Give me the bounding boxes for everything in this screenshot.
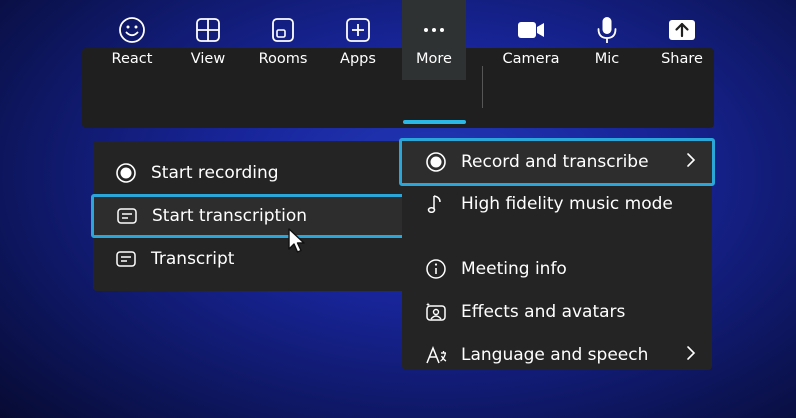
chevron-right-icon [686,345,696,365]
camera-label: Camera [502,51,560,67]
transcript-icon [116,205,138,227]
language-and-speech-label: Language and speech [461,345,649,365]
react-button[interactable]: React [95,0,169,80]
start-recording-label: Start recording [151,163,279,183]
more-label: More [416,51,452,67]
record-icon [425,151,447,173]
mic-label: Mic [594,51,620,67]
record-and-transcribe-label: Record and transcribe [461,152,649,172]
record-icon [115,162,137,184]
language-and-speech-item[interactable]: Language and speech [402,334,712,376]
start-transcription-label: Start transcription [152,206,308,226]
share-icon [667,15,697,45]
react-label: React [111,51,153,67]
effects-and-avatars-label: Effects and avatars [461,302,626,322]
transcript-icon [115,248,137,270]
rooms-icon [268,15,298,45]
ellipsis-icon [419,15,449,45]
info-icon [425,258,447,280]
camera-icon [516,15,546,45]
rooms-button[interactable]: Rooms [246,0,320,80]
transcript-label: Transcript [151,249,235,269]
smile-icon [117,15,147,45]
active-tab-indicator [403,120,466,124]
start-recording-item[interactable]: Start recording [93,152,405,194]
share-button[interactable]: Share [645,0,719,80]
apps-button[interactable]: Apps [321,0,395,80]
transcript-item[interactable]: Transcript [93,238,405,280]
plus-square-icon [343,15,373,45]
more-button[interactable]: More [402,0,466,80]
view-label: View [190,51,226,67]
camera-button[interactable]: Camera [494,0,568,80]
grid-icon [193,15,223,45]
mouse-cursor-icon [287,227,307,259]
rooms-label: Rooms [258,51,308,67]
language-icon [425,344,447,366]
high-fidelity-music-item[interactable]: High fidelity music mode [402,183,712,225]
meeting-info-item[interactable]: Meeting info [402,248,712,290]
chevron-right-icon [686,152,696,172]
high-fidelity-music-label: High fidelity music mode [461,194,673,214]
view-button[interactable]: View [171,0,245,80]
mic-button[interactable]: Mic [570,0,644,80]
apps-label: Apps [340,51,376,67]
music-note-icon [425,193,447,215]
start-transcription-item[interactable]: Start transcription [91,194,405,238]
record-and-transcribe-item[interactable]: Record and transcribe [399,138,715,186]
toolbar-divider [482,66,483,108]
mic-icon [592,15,622,45]
effects-and-avatars-item[interactable]: Effects and avatars [402,291,712,333]
effects-icon [425,301,447,323]
meeting-info-label: Meeting info [461,259,567,279]
share-label: Share [661,51,703,67]
